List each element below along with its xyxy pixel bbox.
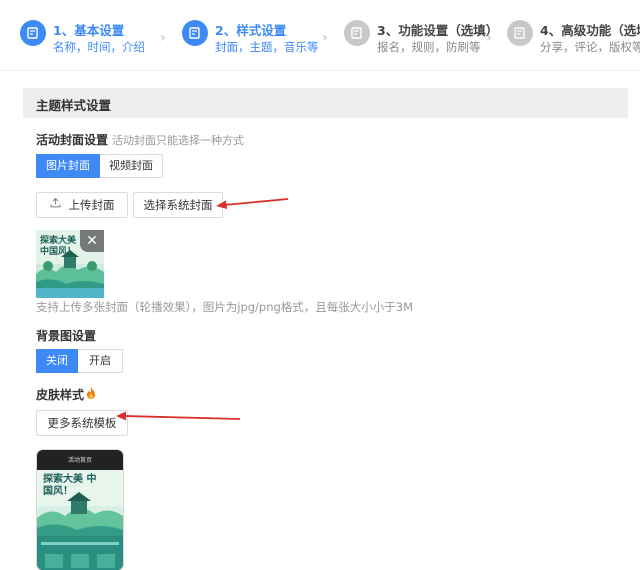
select-system-cover-button[interactable]: 选择系统封面 bbox=[133, 192, 223, 218]
chevron-right-icon: › bbox=[486, 30, 492, 46]
select-system-cover-label: 选择系统封面 bbox=[143, 198, 213, 212]
annotation-arrow bbox=[116, 411, 241, 421]
cover-image-text: 探索大美 中国风！ bbox=[40, 236, 77, 257]
step-title: 2、样式设置 bbox=[215, 23, 287, 38]
divider bbox=[0, 70, 640, 71]
edit-icon bbox=[344, 20, 370, 46]
preview-text: 探索大美 中国风！ bbox=[43, 474, 97, 497]
upload-cover-button[interactable]: 上传封面 bbox=[36, 192, 128, 218]
skin-style-label: 皮肤样式 bbox=[36, 386, 96, 403]
edit-icon bbox=[507, 20, 533, 46]
skin-preview-phone[interactable]: 活动首页 探索大美 中国风！ bbox=[37, 450, 123, 570]
step-subtitle: 分享，评论，版权等 bbox=[540, 40, 640, 54]
cover-setting-label: 活动封面设置 活动封面只能选择一种方式 bbox=[36, 131, 244, 148]
step-title: 1、基本设置 bbox=[53, 23, 125, 38]
step-subtitle: 报名，规则，防刷等 bbox=[377, 40, 481, 54]
edit-icon bbox=[20, 20, 46, 46]
skin-label: 皮肤样式 bbox=[36, 388, 85, 402]
phone-title: 活动首页 bbox=[67, 457, 92, 464]
steps-bar: 1、基本设置 名称，时间，介绍 › 2、样式设置 封面，主题，音乐等 › 3、功… bbox=[0, 0, 640, 70]
background-on-option[interactable]: 开启 bbox=[78, 349, 123, 373]
cover-type-video-option[interactable]: 视频封面 bbox=[100, 154, 163, 178]
background-off-option[interactable]: 关闭 bbox=[36, 349, 78, 373]
upload-cover-label: 上传封面 bbox=[68, 198, 115, 212]
annotation-arrow bbox=[216, 198, 289, 209]
cover-label: 活动封面设置 bbox=[36, 133, 109, 147]
phone-screen: 探索大美 中国风！ bbox=[37, 470, 123, 570]
theme-style-panel: 主题样式设置 活动封面设置 活动封面只能选择一种方式 图片封面 视频封面 上传封面… bbox=[23, 88, 628, 570]
upload-icon bbox=[49, 192, 61, 216]
cover-upload-note: 支持上传多张封面（轮播效果），图片为jpg/png格式，且每张大小小于3M bbox=[36, 300, 414, 314]
background-toggle: 关闭 开启 bbox=[36, 349, 123, 373]
cover-type-toggle: 图片封面 视频封面 bbox=[36, 154, 163, 178]
edit-icon bbox=[182, 20, 208, 46]
cover-type-image-option[interactable]: 图片封面 bbox=[36, 154, 100, 178]
step-title: 3、功能设置（选填） bbox=[377, 23, 499, 38]
chevron-right-icon: › bbox=[160, 30, 166, 46]
more-templates-label: 更多系统模板 bbox=[47, 416, 117, 430]
panel-header: 主题样式设置 bbox=[23, 88, 628, 118]
step-title: 4、高级功能（选填） bbox=[540, 23, 640, 38]
close-icon[interactable]: ✕ bbox=[80, 230, 104, 252]
chevron-right-icon: › bbox=[322, 30, 328, 46]
fire-icon bbox=[86, 386, 96, 402]
step-subtitle: 封面，主题，音乐等 bbox=[215, 40, 319, 54]
phone-status-bar: 活动首页 bbox=[37, 450, 123, 470]
cover-hint: 活动封面只能选择一种方式 bbox=[112, 134, 245, 147]
panel-title: 主题样式设置 bbox=[36, 98, 112, 113]
background-setting-label: 背景图设置 bbox=[36, 329, 97, 343]
cover-thumbnail[interactable]: 探索大美 中国风！ ✕ bbox=[36, 230, 104, 298]
step-subtitle: 名称，时间，介绍 bbox=[53, 40, 145, 54]
